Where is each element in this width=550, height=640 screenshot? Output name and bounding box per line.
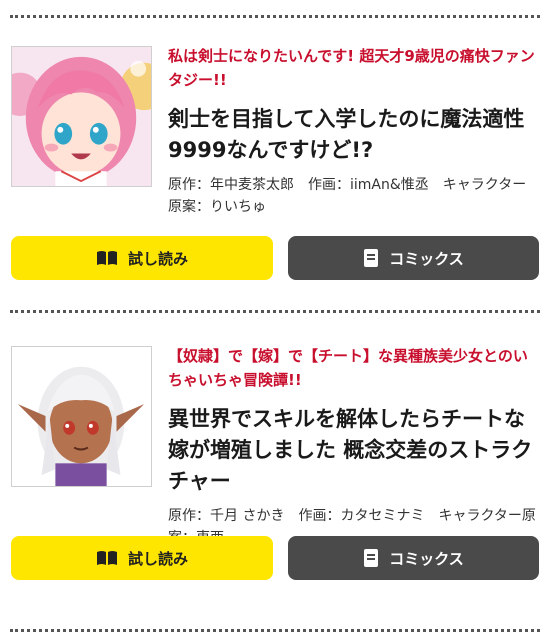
open-book-icon — [96, 250, 118, 266]
open-book-icon — [96, 550, 118, 566]
manga-tagline: 私は剣士になりたいんです! 超天才9歳児の痛快ファンタジー!! — [168, 47, 535, 89]
document-icon — [363, 548, 379, 568]
trial-read-button[interactable]: 試し読み — [11, 236, 273, 280]
manga-credits: 原作：年中麦茶太郎 作画：iimAn&惟丞 キャラクター原案：りいちゅ — [168, 177, 527, 215]
manga-info: 私は剣士になりたいんです! 超天才9歳児の痛快ファンタジー!! 剣士を目指して入… — [168, 44, 538, 218]
manga-cover-thumbnail[interactable] — [11, 346, 152, 487]
manga-cover-thumbnail[interactable] — [11, 46, 152, 187]
elf-girl-cover-image — [12, 347, 151, 486]
trial-read-label: 試し読み — [127, 249, 188, 268]
manga-tagline: 【奴隷】で【嫁】で【チート】な異種族美少女とのいちゃいちゃ冒険譚!! — [168, 347, 528, 389]
document-icon — [363, 248, 379, 268]
comics-button[interactable]: コミックス — [288, 236, 539, 280]
divider-bottom — [10, 629, 540, 632]
trial-read-label: 試し読み — [127, 549, 188, 568]
comics-label: コミックス — [389, 249, 464, 268]
comics-button[interactable]: コミックス — [288, 536, 539, 580]
manga-title[interactable]: 剣士を目指して入学したのに魔法適性9999なんですけど!? — [168, 104, 538, 166]
comics-label: コミックス — [389, 549, 464, 568]
manga-title[interactable]: 異世界でスキルを解体したらチートな嫁が増殖しました 概念交差のストラクチャー — [168, 404, 538, 497]
trial-read-button[interactable]: 試し読み — [11, 536, 273, 580]
manga-list: 私は剣士になりたいんです! 超天才9歳児の痛快ファンタジー!! 剣士を目指して入… — [0, 0, 550, 640]
manga-info: 【奴隷】で【嫁】で【チート】な異種族美少女とのいちゃいちゃ冒険譚!! 異世界でス… — [168, 344, 538, 549]
divider-top — [10, 15, 540, 18]
divider-middle — [10, 310, 540, 313]
pink-haired-girl-cover-image — [12, 47, 151, 186]
